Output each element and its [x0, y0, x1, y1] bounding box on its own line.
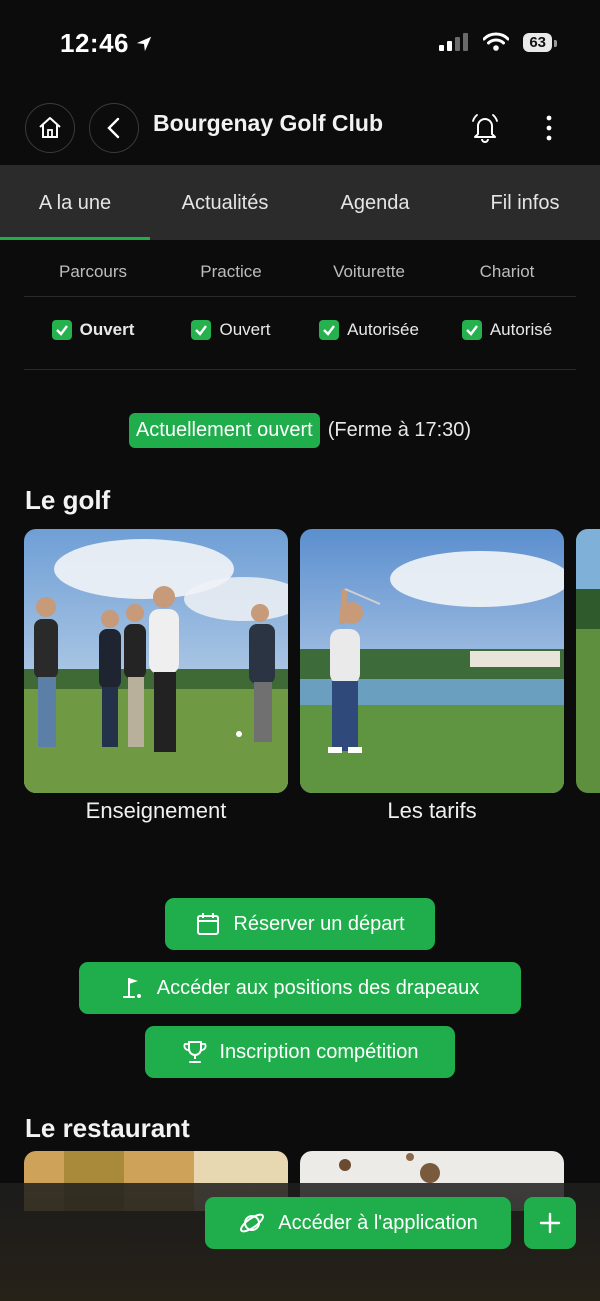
planet-icon — [240, 1213, 265, 1233]
divider — [24, 369, 576, 370]
status-indicators: 63 — [439, 32, 557, 52]
open-app-button[interactable]: Accéder à l'application — [205, 1197, 511, 1249]
status-value-text: Ouvert — [219, 320, 271, 339]
status-value-parcours: Ouvert — [24, 320, 162, 340]
opening-status: Actuellement ouvert (Ferme à 17:30) — [0, 413, 600, 448]
card-label-enseignement[interactable]: Enseignement — [24, 798, 288, 824]
tab-actualites[interactable]: Actualités — [150, 165, 300, 240]
section-title-restaurant: Le restaurant — [25, 1113, 190, 1143]
battery-indicator: 63 — [523, 32, 557, 52]
status-value-text: Ouvert — [79, 320, 135, 339]
reserve-button-label: Réserver un départ — [233, 912, 405, 935]
trophy-icon — [183, 1041, 206, 1063]
tab-agenda[interactable]: Agenda — [300, 165, 450, 240]
add-button[interactable] — [524, 1197, 576, 1249]
card-enseignement-image[interactable] — [24, 529, 288, 793]
location-arrow-icon — [136, 36, 152, 51]
check-icon — [191, 320, 212, 340]
status-value-text: Autorisée — [347, 320, 419, 339]
cellular-signal-icon — [439, 33, 469, 51]
golf-lesson-photo — [24, 529, 288, 793]
plus-icon — [539, 1212, 561, 1234]
tab-fil-infos[interactable]: Fil infos — [450, 165, 600, 240]
tab-bar: A la une Actualités Agenda Fil infos — [0, 165, 600, 240]
bell-icon — [472, 114, 498, 143]
card-partial-image[interactable] — [576, 529, 600, 793]
status-time: 12:46 — [60, 28, 153, 59]
check-icon — [319, 320, 340, 340]
status-value-text: Autorisé — [489, 320, 553, 339]
status-header-chariot: Chariot — [479, 262, 535, 281]
more-vertical-icon — [546, 115, 552, 141]
notifications-button[interactable] — [470, 112, 500, 149]
tab-a-la-une[interactable]: A la une — [0, 165, 150, 240]
status-value-chariot: Autorisé — [438, 320, 576, 340]
home-button[interactable] — [25, 103, 75, 153]
divider — [24, 296, 576, 297]
status-header-voiturette: Voiturette — [333, 262, 405, 281]
status-header-parcours: Parcours — [58, 262, 128, 281]
status-value-practice: Ouvert — [162, 320, 300, 340]
page-title: Bourgenay Golf Club — [153, 110, 383, 136]
section-title-golf: Le golf — [25, 485, 111, 515]
chevron-left-icon — [107, 117, 120, 139]
golfer-swing-photo — [300, 529, 564, 793]
more-menu-button[interactable] — [540, 114, 558, 147]
open-badge: Actuellement ouvert — [128, 413, 320, 448]
competition-button-label: Inscription compétition — [219, 1040, 419, 1063]
flag-positions-button[interactable]: Accéder aux positions des drapeaux — [79, 962, 521, 1014]
clock: 12:46 — [60, 28, 129, 58]
check-icon — [51, 320, 72, 340]
status-values: Ouvert Ouvert Autorisée Autorisé — [24, 320, 576, 340]
card-tarifs-image[interactable] — [300, 529, 564, 793]
back-button[interactable] — [89, 103, 139, 153]
calendar-icon — [197, 913, 220, 935]
course-photo — [576, 529, 600, 793]
flag-button-label: Accéder aux positions des drapeaux — [156, 976, 480, 999]
wifi-icon — [483, 32, 510, 51]
open-app-label: Accéder à l'application — [278, 1211, 478, 1234]
status-value-voiturette: Autorisée — [300, 320, 438, 340]
card-label-tarifs[interactable]: Les tarifs — [300, 798, 564, 824]
status-headers: Parcours Practice Voiturette Chariot — [24, 262, 576, 282]
closing-time: (Ferme à 17:30) — [327, 419, 472, 441]
competition-signup-button[interactable]: Inscription compétition — [145, 1026, 455, 1078]
home-icon — [39, 117, 61, 138]
reserve-tee-time-button[interactable]: Réserver un départ — [165, 898, 435, 950]
check-icon — [461, 320, 482, 340]
golf-flag-icon — [122, 978, 141, 998]
status-header-practice: Practice — [200, 262, 262, 281]
